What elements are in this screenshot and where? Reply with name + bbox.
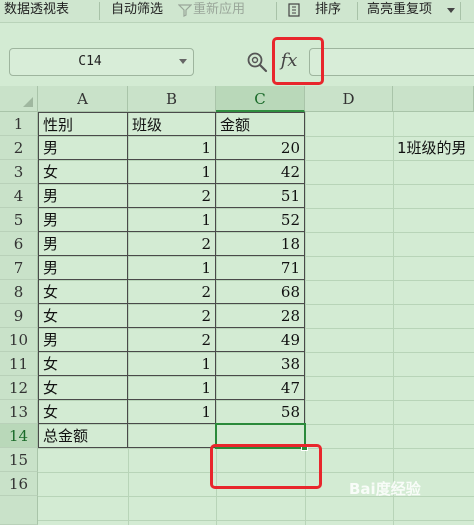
total-amount-cell[interactable] xyxy=(216,424,305,448)
table-row-amount[interactable]: 42 xyxy=(216,160,305,184)
cell-a1[interactable]: 性别 xyxy=(38,112,128,136)
column-header-b[interactable]: B xyxy=(128,86,216,112)
table-row-class[interactable]: 2 xyxy=(128,304,216,328)
column-header-a[interactable]: A xyxy=(38,86,128,112)
table-row-gender[interactable]: 女 xyxy=(38,400,128,424)
row-header[interactable]: 12 xyxy=(0,376,38,400)
cell-c1[interactable]: 金额 xyxy=(216,112,305,136)
grid-line-vertical xyxy=(305,112,306,525)
reapply-button[interactable]: 重新应用 xyxy=(193,0,245,22)
toolbar-divider xyxy=(460,2,461,20)
table-row-class[interactable]: 1 xyxy=(128,160,216,184)
pivot-table-button[interactable]: 数据透视表 xyxy=(4,0,69,22)
table-row-amount[interactable]: 18 xyxy=(216,232,305,256)
toolbar-divider xyxy=(357,2,358,20)
cell-b14[interactable] xyxy=(128,424,216,448)
total-label-cell[interactable]: 总金额 xyxy=(38,424,128,448)
table-row-amount[interactable]: 20 xyxy=(216,136,305,160)
row-header[interactable]: 5 xyxy=(0,208,38,232)
row-header[interactable]: 9 xyxy=(0,304,38,328)
table-row-gender[interactable]: 男 xyxy=(38,232,128,256)
filter-icon xyxy=(178,4,192,17)
column-header-e[interactable] xyxy=(393,86,474,112)
table-row-class[interactable]: 2 xyxy=(128,328,216,352)
row-header[interactable]: 10 xyxy=(0,328,38,352)
grid-line-horizontal xyxy=(38,472,474,473)
auto-filter-button[interactable]: 自动筛选 xyxy=(111,0,163,22)
table-row-class[interactable]: 1 xyxy=(128,400,216,424)
cell-b1[interactable]: 班级 xyxy=(128,112,216,136)
column-header-d[interactable]: D xyxy=(305,86,393,112)
select-all-corner[interactable] xyxy=(0,86,38,112)
row-header[interactable]: 14 xyxy=(0,424,38,448)
grid-line-horizontal xyxy=(38,520,474,521)
table-row-class[interactable]: 1 xyxy=(128,136,216,160)
toolbar-divider xyxy=(99,2,100,20)
row-header[interactable] xyxy=(0,496,38,525)
table-row-class[interactable]: 2 xyxy=(128,232,216,256)
table-row-amount[interactable]: 47 xyxy=(216,376,305,400)
formula-input[interactable] xyxy=(309,48,474,76)
table-row-gender[interactable]: 女 xyxy=(38,280,128,304)
table-row-gender[interactable]: 男 xyxy=(38,328,128,352)
column-header-c[interactable]: C xyxy=(216,86,305,112)
table-row-class[interactable]: 1 xyxy=(128,376,216,400)
row-header[interactable]: 1 xyxy=(0,112,38,136)
sort-icon xyxy=(288,3,300,17)
table-row-amount[interactable]: 68 xyxy=(216,280,305,304)
note-cell[interactable]: 1班级的男 xyxy=(393,136,474,160)
table-row-amount[interactable]: 49 xyxy=(216,328,305,352)
table-row-gender[interactable]: 女 xyxy=(38,160,128,184)
table-row-amount[interactable]: 51 xyxy=(216,184,305,208)
select-all-icon xyxy=(23,97,33,107)
table-row-gender[interactable]: 男 xyxy=(38,136,128,160)
row-header[interactable]: 3 xyxy=(0,160,38,184)
table-row-amount[interactable]: 52 xyxy=(216,208,305,232)
insert-function-button[interactable]: fx xyxy=(277,48,301,74)
ribbon-toolbar: 数据透视表 自动筛选 重新应用 排序 高亮重复项 xyxy=(0,0,474,23)
toolbar-divider xyxy=(276,2,277,20)
table-row-gender[interactable]: 女 xyxy=(38,352,128,376)
name-box-value: C14 xyxy=(78,54,102,69)
table-row-amount[interactable]: 71 xyxy=(216,256,305,280)
table-row-amount[interactable]: 28 xyxy=(216,304,305,328)
name-box[interactable]: C14 xyxy=(9,48,194,76)
table-row-class[interactable]: 2 xyxy=(128,280,216,304)
row-header[interactable]: 4 xyxy=(0,184,38,208)
watermark: Bai度经验 xyxy=(349,480,421,498)
chevron-down-icon[interactable] xyxy=(447,8,455,13)
table-row-gender[interactable]: 男 xyxy=(38,184,128,208)
sort-button[interactable]: 排序 xyxy=(315,0,341,22)
row-header[interactable]: 2 xyxy=(0,136,38,160)
table-row-class[interactable]: 2 xyxy=(128,184,216,208)
zoom-icon[interactable] xyxy=(246,51,268,73)
table-row-class[interactable]: 1 xyxy=(128,208,216,232)
row-header[interactable]: 6 xyxy=(0,232,38,256)
grid-line-horizontal xyxy=(38,448,474,449)
table-row-class[interactable]: 1 xyxy=(128,256,216,280)
highlight-duplicates-button[interactable]: 高亮重复项 xyxy=(367,0,432,22)
row-header[interactable]: 16 xyxy=(0,472,38,496)
table-row-amount[interactable]: 58 xyxy=(216,400,305,424)
table-row-gender[interactable]: 男 xyxy=(38,208,128,232)
table-row-gender[interactable]: 女 xyxy=(38,376,128,400)
row-header[interactable]: 7 xyxy=(0,256,38,280)
row-header[interactable]: 11 xyxy=(0,352,38,376)
table-row-gender[interactable]: 女 xyxy=(38,304,128,328)
table-row-class[interactable]: 1 xyxy=(128,352,216,376)
row-header[interactable]: 8 xyxy=(0,280,38,304)
table-row-amount[interactable]: 38 xyxy=(216,352,305,376)
grid-line-vertical xyxy=(393,112,394,525)
table-row-gender[interactable]: 男 xyxy=(38,256,128,280)
row-header[interactable]: 13 xyxy=(0,400,38,424)
row-header[interactable]: 15 xyxy=(0,448,38,472)
chevron-down-icon[interactable] xyxy=(179,59,187,64)
